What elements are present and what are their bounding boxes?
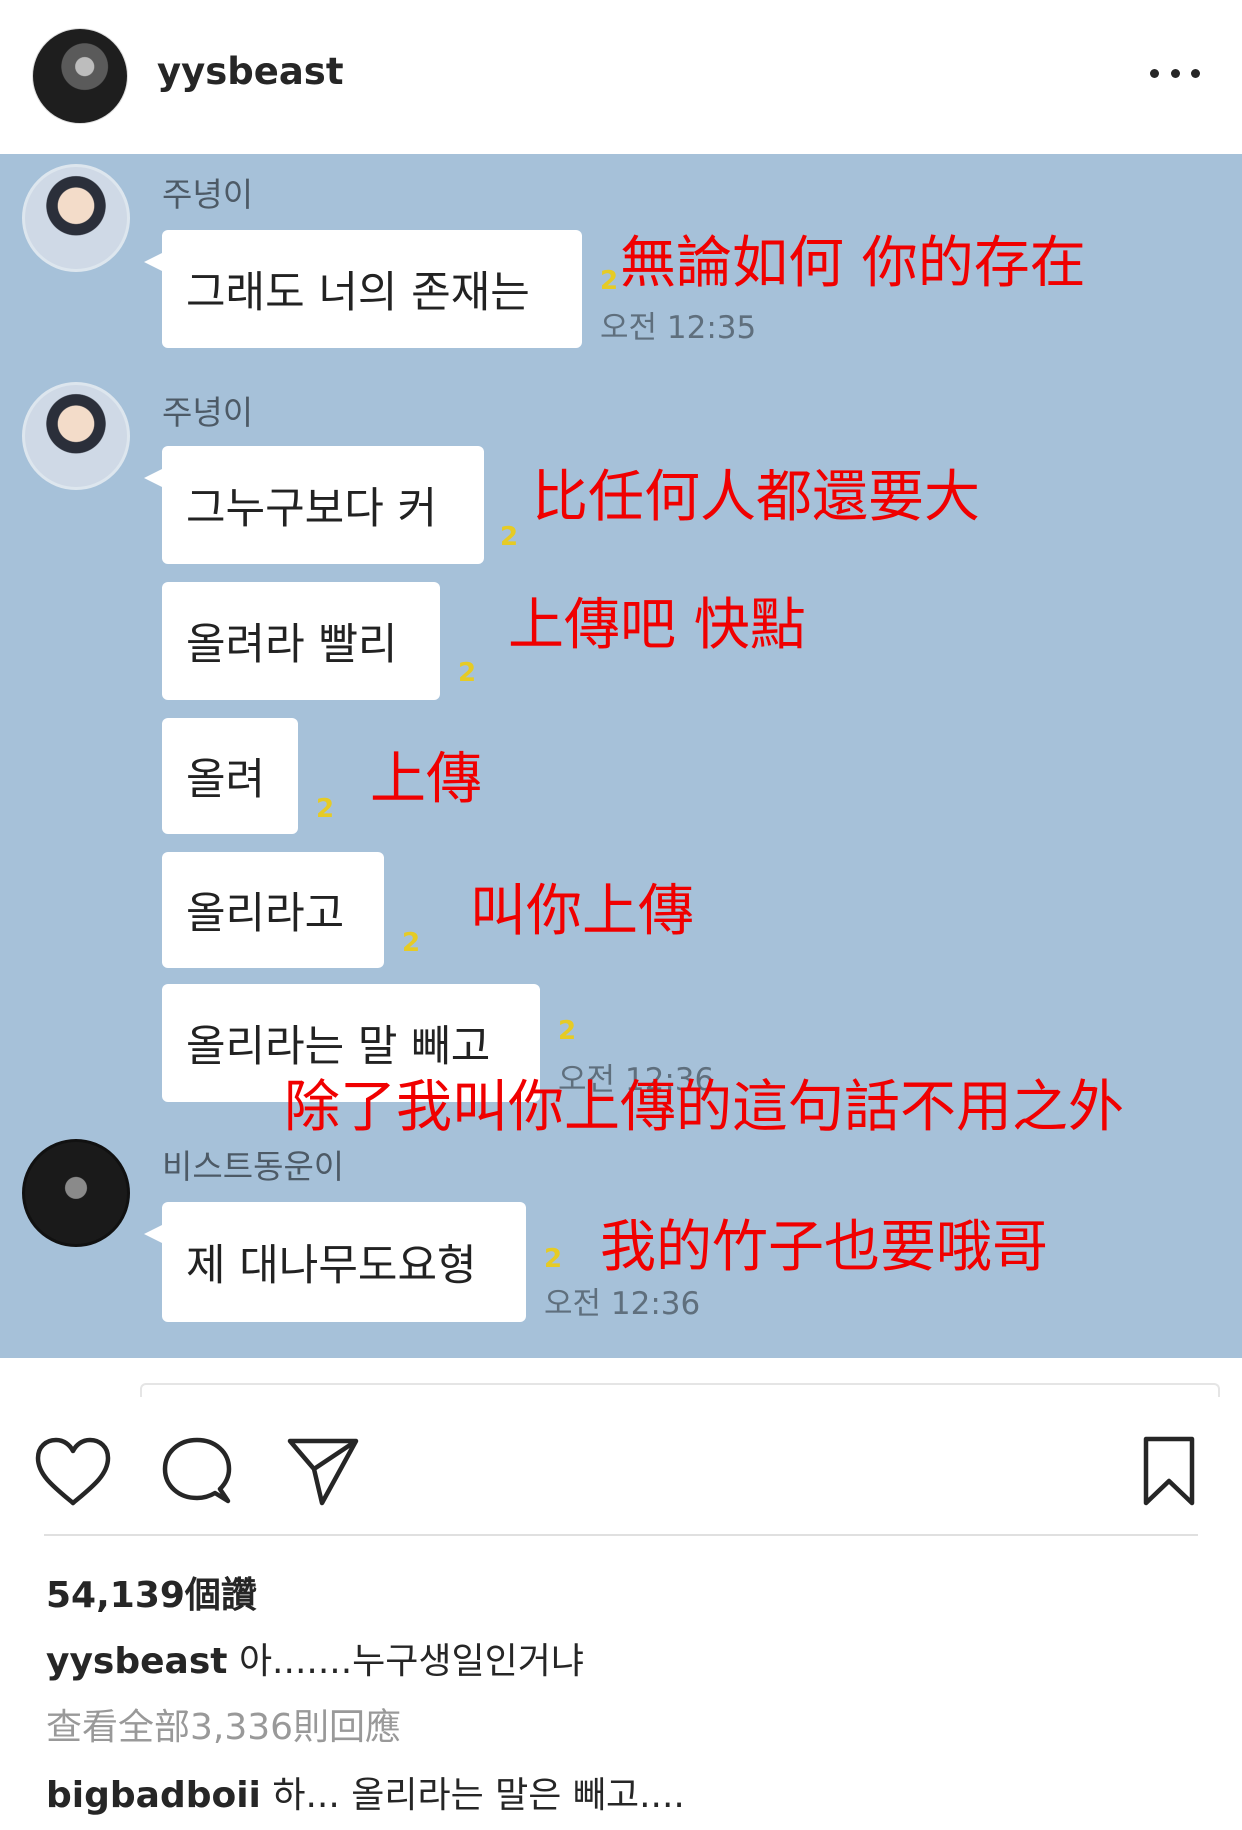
caption-username[interactable]: yysbeast: [46, 1641, 227, 1682]
user-avatar[interactable]: [32, 28, 128, 124]
unread-count: 2: [600, 266, 619, 296]
post-header: yysbeast: [0, 0, 1242, 154]
translation-text: 無論如何 你的存在: [620, 231, 1086, 296]
translation-text: 叫你上傳: [470, 879, 694, 944]
unread-count: 2: [544, 1244, 563, 1274]
comment-username[interactable]: bigbadboii: [46, 1775, 261, 1816]
more-options-icon[interactable]: [1150, 63, 1200, 83]
chat-avatar: [22, 164, 130, 272]
chat-bubble: 그래도 너의 존재는: [144, 230, 582, 348]
heart-icon[interactable]: [34, 1437, 112, 1507]
translation-text: 除了我叫你上傳的這句話不用之外: [284, 1075, 1124, 1140]
chat-avatar: [22, 1139, 130, 1247]
chat-bubble: 그누구보다 커: [144, 446, 484, 564]
chat-sender-name: 주녕이: [162, 175, 254, 214]
chat-sender-name: 비스트동운이: [162, 1147, 345, 1186]
view-all-comments-link[interactable]: 查看全部3,336則回應: [46, 1698, 401, 1750]
unread-count: 2: [500, 522, 519, 552]
unread-count: 2: [316, 794, 335, 824]
chat-bubble: 올려: [162, 718, 298, 834]
message-time: 오전 12:36: [544, 1286, 701, 1322]
translation-text: 上傳: [370, 747, 482, 812]
unread-count: 2: [402, 928, 421, 958]
post-caption: yysbeast 아.......누구생일인거냐: [46, 1632, 584, 1684]
translation-text: 上傳吧 快點: [508, 593, 806, 658]
chat-input-box: [140, 1383, 1220, 1397]
unread-count: 2: [458, 658, 477, 688]
post-username[interactable]: yysbeast: [157, 50, 344, 93]
chat-bubble: 올려라 빨리: [162, 582, 440, 700]
caption-text: 아.......누구생일인거냐: [238, 1641, 585, 1682]
chat-bubble: 제 대나무도요형: [144, 1202, 526, 1322]
like-count[interactable]: 54,139個讚: [46, 1566, 257, 1618]
paper-plane-icon[interactable]: [286, 1435, 360, 1507]
translation-text: 我的竹子也要哦哥: [600, 1215, 1048, 1280]
comment-text: 하... 올리라는 말은 빼고....: [272, 1775, 685, 1816]
bookmark-icon[interactable]: [1142, 1435, 1196, 1507]
chat-avatar: [22, 382, 130, 490]
chat-bubble: 올리라고: [162, 852, 384, 968]
divider: [44, 1534, 1198, 1536]
comment-item: bigbadboii 하... 올리라는 말은 빼고....: [46, 1766, 685, 1818]
post-image[interactable]: 주녕이 그래도 너의 존재는 2 無論如何 你的存在 오전 12:35 주녕이 …: [0, 154, 1242, 1397]
unread-count: 2: [558, 1016, 577, 1046]
message-time: 오전 12:35: [600, 310, 757, 346]
chat-sender-name: 주녕이: [162, 393, 254, 432]
post-actions: [0, 1397, 1242, 1535]
translation-text: 比任何人都還要大: [532, 465, 980, 530]
comment-bubble-icon[interactable]: [162, 1437, 232, 1507]
